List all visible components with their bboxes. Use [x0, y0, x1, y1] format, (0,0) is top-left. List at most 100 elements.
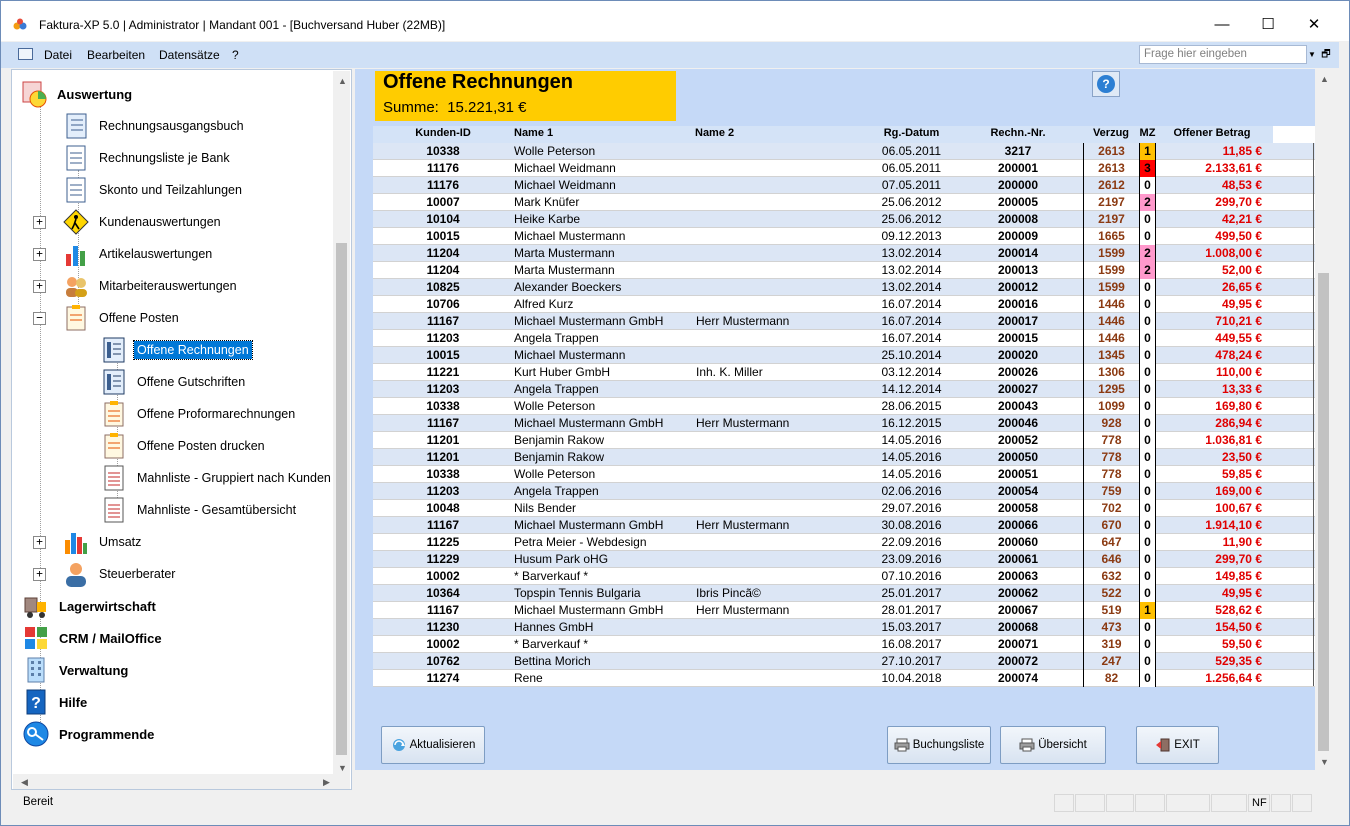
col-rg-datum[interactable]: Rg.-Datum [870, 126, 953, 143]
system-menu-icon[interactable] [18, 48, 33, 60]
help-button[interactable]: ? [1092, 71, 1120, 97]
tree-item-mitarbeiterauswertungen[interactable]: Mitarbeiterauswertungen [62, 271, 240, 301]
table-row[interactable]: 10015 Michael Mustermann 25.10.2014 200020 1… [373, 347, 1315, 364]
tree-item-rechnungsliste-bank[interactable]: Rechnungsliste je Bank [62, 143, 233, 173]
scroll-right-icon[interactable]: ▶ [323, 777, 330, 788]
tree-item-offene-posten[interactable]: Offene Posten [62, 303, 182, 333]
table-row[interactable]: 10002 * Barverkauf * 16.08.2017 200071 319 0 5… [373, 636, 1315, 653]
expand-steuerberater-icon[interactable]: + [33, 568, 46, 581]
menu-bearbeiten[interactable]: Bearbeiten [87, 48, 145, 62]
table-row[interactable]: 11203 Angela Trappen 16.07.2014 200015 1446 0… [373, 330, 1315, 347]
col-offener-betrag[interactable]: Offener Betrag [1156, 126, 1268, 143]
tree-item-offene-gutschriften[interactable]: Offene Gutschriften [100, 367, 248, 397]
cell-rechn-nr: 3217 [1004, 144, 1032, 158]
collapse-offene-posten-icon[interactable]: − [33, 312, 46, 325]
tree-item-offene-posten-drucken[interactable]: Offene Posten drucken [100, 431, 268, 461]
tree-item-offene-rechnungen[interactable]: Offene Rechnungen [100, 335, 253, 365]
module-programmende[interactable]: Programmende [22, 719, 157, 749]
col-mz[interactable]: MZ [1139, 126, 1156, 143]
tree-horizontal-scrollbar[interactable] [13, 774, 350, 789]
tree-item-steuerberater[interactable]: Steuerberater [62, 559, 178, 589]
table-row[interactable]: 10104 Heike Karbe 25.06.2012 200008 2197 0 42,… [373, 211, 1315, 228]
restore-window-icon[interactable]: 🗗 [1319, 45, 1333, 64]
table-row[interactable]: 11274 Rene 10.04.2018 200074 82 0 1.256,64 € [373, 670, 1315, 687]
table-row[interactable]: 11203 Angela Trappen 14.12.2014 200027 1295 0… [373, 381, 1315, 398]
content-scroll-thumb[interactable] [1318, 273, 1329, 751]
maximize-button[interactable]: ☐ [1245, 9, 1291, 39]
expand-umsatz-icon[interactable]: + [33, 536, 46, 549]
buchungsliste-button[interactable]: Buchungsliste [887, 726, 991, 764]
table-row[interactable]: 10338 Wolle Peterson 28.06.2015 200043 1099 0… [373, 398, 1315, 415]
scroll-up-icon[interactable]: ▲ [338, 76, 347, 86]
tree-item-skonto[interactable]: Skonto und Teilzahlungen [62, 175, 245, 205]
cell-verzug: 2613 [1083, 160, 1139, 177]
table-row[interactable]: 11229 Husum Park oHG 23.09.2016 200061 646 0 2… [373, 551, 1315, 568]
cell-rg-datum: 25.06.2012 [881, 212, 942, 226]
table-row[interactable]: 10338 Wolle Peterson 06.05.2011 3217 2613 1 11… [373, 143, 1315, 160]
module-lagerwirtschaft[interactable]: Lagerwirtschaft [22, 591, 159, 621]
table-row[interactable]: 10048 Nils Bender 29.07.2016 200058 702 0 100,… [373, 500, 1315, 517]
expand-mitarbeiter-icon[interactable]: + [33, 280, 46, 293]
tree-item-mahnliste-gruppiert[interactable]: Mahnliste - Gruppiert nach Kunden [100, 463, 334, 493]
cell-offener-betrag: 449,55 € [1215, 331, 1262, 345]
table-row[interactable]: 11204 Marta Mustermann 13.02.2014 200014 159… [373, 245, 1315, 262]
tree-item-rechnungsausgangsbuch[interactable]: Rechnungsausgangsbuch [62, 111, 247, 141]
table-row[interactable]: 10364 Topspin Tennis Bulgaria Ibris Pincã©… [373, 585, 1315, 602]
exit-button[interactable]: EXIT [1136, 726, 1219, 764]
menu-help[interactable]: ? [232, 48, 239, 62]
help-search-input[interactable]: Frage hier eingeben [1139, 45, 1307, 64]
table-row[interactable]: 11167 Michael Mustermann GmbH Herr Musterm… [373, 313, 1315, 330]
tree-scroll-thumb[interactable] [336, 243, 347, 755]
tree-item-artikelauswertungen[interactable]: Artikelauswertungen [62, 239, 215, 269]
col-rechn-nr[interactable]: Rechn.-Nr. [953, 126, 1083, 143]
table-row[interactable]: 11230 Hannes GmbH 15.03.2017 200068 473 0 154,… [373, 619, 1315, 636]
table-row[interactable]: 11203 Angela Trappen 02.06.2016 200054 759 0 1… [373, 483, 1315, 500]
col-kunden-id[interactable]: Kunden-ID [373, 126, 513, 143]
col-name2[interactable]: Name 2 [695, 126, 875, 143]
close-button[interactable]: ✕ [1291, 9, 1337, 39]
tree-node-auswertung[interactable]: Auswertung [20, 79, 135, 109]
table-row[interactable]: 10762 Bettina Morich 27.10.2017 200072 247 0 5… [373, 653, 1315, 670]
scroll-left-icon[interactable]: ◀ [21, 777, 28, 788]
cell-rechn-nr: 200072 [997, 654, 1039, 668]
menu-datensaetze[interactable]: Datensätze [159, 48, 220, 62]
table-row[interactable]: 11167 Michael Mustermann GmbH Herr Musterm… [373, 602, 1315, 619]
help-search-dropdown-icon[interactable]: ▼ [1307, 45, 1317, 64]
aktualisieren-button[interactable]: Aktualisieren [381, 726, 485, 764]
table-row[interactable]: 11201 Benjamin Rakow 14.05.2016 200050 778 0 2… [373, 449, 1315, 466]
tree-item-mahnliste-gesamt[interactable]: Mahnliste - Gesamtübersicht [100, 495, 299, 525]
cell-name2: Ibris Pincã© [696, 586, 761, 600]
table-row[interactable]: 11167 Michael Mustermann GmbH Herr Musterm… [373, 415, 1315, 432]
module-hilfe[interactable]: ? Hilfe [22, 687, 90, 717]
expand-kunden-icon[interactable]: + [33, 216, 46, 229]
col-name1[interactable]: Name 1 [514, 126, 694, 143]
scroll-down-icon[interactable]: ▼ [338, 763, 347, 773]
table-row[interactable]: 11204 Marta Mustermann 13.02.2014 200013 159… [373, 262, 1315, 279]
table-row[interactable]: 10338 Wolle Peterson 14.05.2016 200051 778 0 5… [373, 466, 1315, 483]
content-scroll-up-icon[interactable]: ▲ [1320, 74, 1329, 84]
content-scroll-down-icon[interactable]: ▼ [1320, 757, 1329, 767]
table-row[interactable]: 11201 Benjamin Rakow 14.05.2016 200052 778 0 1… [373, 432, 1315, 449]
table-row[interactable]: 11176 Michael Weidmann 06.05.2011 200001 261… [373, 160, 1315, 177]
tree-item-kundenauswertungen[interactable]: Kundenauswertungen [62, 207, 224, 237]
table-row[interactable]: 11225 Petra Meier - Webdesign 22.09.2016 20… [373, 534, 1315, 551]
minimize-button[interactable]: — [1199, 9, 1245, 39]
table-row[interactable]: 11176 Michael Weidmann 07.05.2011 200000 261… [373, 177, 1315, 194]
table-row[interactable]: 10015 Michael Mustermann 09.12.2013 200009 1… [373, 228, 1315, 245]
table-row[interactable]: 10825 Alexander Boeckers 13.02.2014 200012 1… [373, 279, 1315, 296]
cell-mz: 1 [1139, 143, 1156, 160]
tree-item-offene-proforma[interactable]: Offene Proformarechnungen [100, 399, 298, 429]
table-row[interactable]: 10002 * Barverkauf * 07.10.2016 200063 632 0 1… [373, 568, 1315, 585]
module-crm[interactable]: CRM / MailOffice [22, 623, 165, 653]
uebersicht-button[interactable]: Übersicht [1000, 726, 1106, 764]
table-row[interactable]: 10706 Alfred Kurz 16.07.2014 200016 1446 0 49,… [373, 296, 1315, 313]
table-row[interactable]: 10007 Mark Knüfer 25.06.2012 200005 2197 2 299… [373, 194, 1315, 211]
table-row[interactable]: 11167 Michael Mustermann GmbH Herr Musterm… [373, 517, 1315, 534]
table-row[interactable]: 11221 Kurt Huber GmbH Inh. K. Miller 03.12.… [373, 364, 1315, 381]
module-verwaltung[interactable]: Verwaltung [22, 655, 131, 685]
tree-item-umsatz[interactable]: Umsatz [62, 527, 144, 557]
expand-artikel-icon[interactable]: + [33, 248, 46, 261]
menu-datei[interactable]: Datei [44, 48, 72, 62]
col-verzug[interactable]: Verzug [1083, 126, 1139, 143]
cell-name2 [693, 347, 873, 364]
